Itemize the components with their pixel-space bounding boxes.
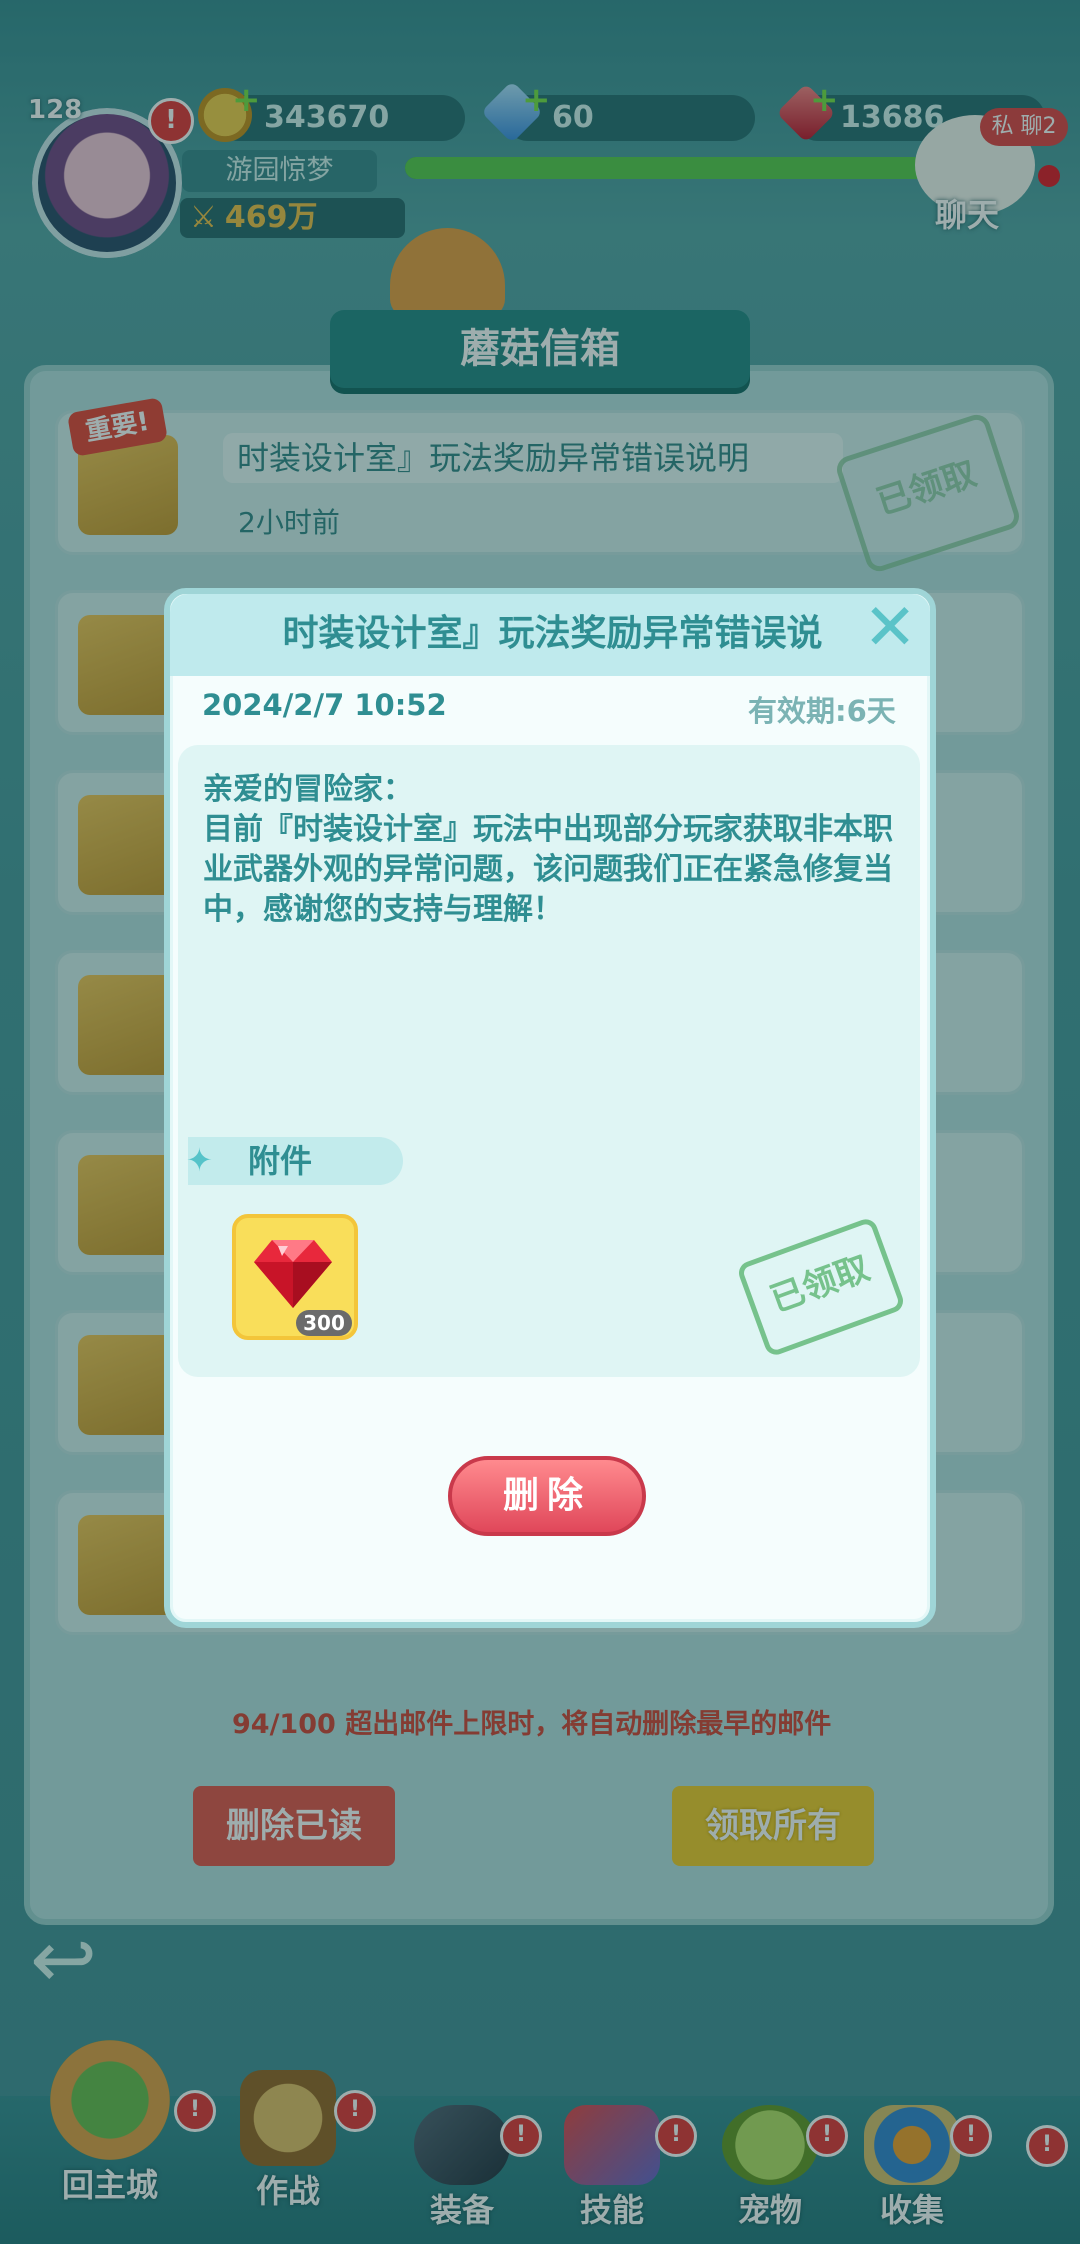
sparkle-icon: ✦ [186, 1141, 213, 1179]
close-icon[interactable]: ✕ [862, 596, 918, 660]
mail-expiry: 有效期:6天 [748, 694, 896, 728]
mail-body-text: 亲爱的冒险家： 目前『时装设计室』玩法中出现部分玩家获取非本职业武器外观的异常问… [203, 770, 893, 930]
mail-content: 目前『时装设计室』玩法中出现部分玩家获取非本职业武器外观的异常问题，该问题我们正… [203, 812, 893, 927]
mail-date: 2024/2/7 10:52 [202, 688, 447, 722]
mail-greeting: 亲爱的冒险家： [203, 772, 413, 807]
attachment-count: 300 [296, 1310, 352, 1336]
delete-mail-button[interactable]: 删除 [448, 1456, 646, 1536]
dialog-title: 时装设计室』玩法奖励异常错误说 [282, 613, 823, 654]
attachment-label: 附件 [188, 1137, 403, 1185]
ruby-icon [254, 1240, 332, 1308]
